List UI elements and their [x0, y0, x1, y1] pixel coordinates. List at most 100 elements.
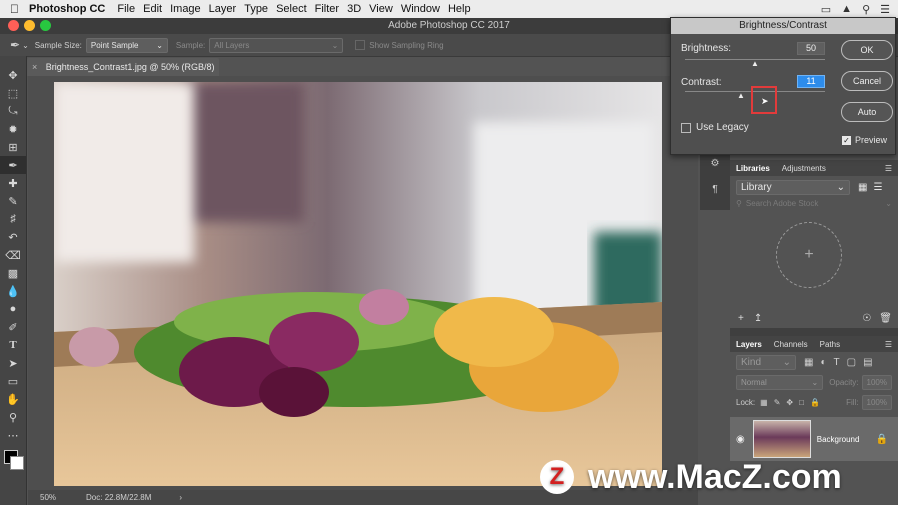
hand-tool-icon[interactable]: ✋ [0, 390, 26, 408]
eyedropper-tool-icon[interactable]: ✒ [0, 156, 26, 174]
menu-view[interactable]: View [369, 3, 393, 15]
menu-help[interactable]: Help [448, 3, 471, 15]
status-menu-icon[interactable]: › [179, 493, 182, 502]
background-color-swatch[interactable] [10, 456, 24, 470]
add-content-icon[interactable]: + [776, 222, 842, 288]
brightness-field[interactable]: 50 [797, 42, 825, 55]
lock-position-icon[interactable]: ✥ [786, 398, 793, 407]
pixel-filter-icon[interactable]: ▦ [804, 357, 813, 368]
tab-layers[interactable]: Layers [730, 340, 768, 349]
lock-transparent-icon[interactable]: ▦ [760, 398, 768, 407]
paragraph-icon[interactable]: ¶ [700, 176, 730, 202]
eyedropper-icon[interactable]: ✒ [10, 38, 20, 52]
type-filter-icon[interactable]: T [834, 357, 840, 368]
menu-app-name[interactable]: Photoshop CC [29, 3, 105, 15]
stock-search[interactable]: ⚲ Search Adobe Stock ⌄ [736, 199, 892, 208]
tab-libraries[interactable]: Libraries [730, 164, 776, 173]
fill-value[interactable]: 100% [861, 395, 892, 410]
blur-tool-icon[interactable]: 💧 [0, 282, 26, 300]
document-tab[interactable]: × Brightness_Contrast1.jpg @ 50% (RGB/8) [27, 58, 219, 76]
blend-mode-select[interactable]: Normal ⌄ [736, 375, 824, 390]
cloud-sync-icon[interactable]: ☉ [862, 313, 871, 324]
toolbar-grip[interactable] [0, 56, 26, 66]
menu-type[interactable]: Type [244, 3, 268, 15]
clone-stamp-tool-icon[interactable]: ♯ [0, 210, 26, 228]
history-brush-tool-icon[interactable]: ↶ [0, 228, 26, 246]
grid-view-icon[interactable]: ▦ [858, 182, 867, 193]
tab-channels[interactable]: Channels [768, 340, 814, 349]
trash-icon[interactable]: 🗑 [879, 313, 892, 324]
healing-brush-tool-icon[interactable]: ✚ [0, 174, 26, 192]
panel-menu-icon[interactable]: ☰ [879, 340, 898, 349]
menu-window[interactable]: Window [401, 3, 440, 15]
pen-tool-icon[interactable]: ✐ [0, 318, 26, 336]
rectangle-tool-icon[interactable]: ▭ [0, 372, 26, 390]
menu-filter[interactable]: Filter [315, 3, 339, 15]
close-tab-icon[interactable]: × [32, 62, 37, 72]
shape-filter-icon[interactable]: ▢ [847, 357, 856, 368]
layer-name[interactable]: Background [817, 435, 860, 444]
wifi-icon[interactable]: ▲ [841, 3, 852, 16]
add-icon[interactable]: + [738, 313, 744, 324]
apple-menu-icon[interactable]:  [10, 2, 19, 16]
display-icon[interactable]: ▭ [821, 3, 831, 16]
menu-3d[interactable]: 3D [347, 3, 361, 15]
library-select[interactable]: Library ⌄ [736, 180, 850, 195]
crop-tool-icon[interactable]: ⊞ [0, 138, 26, 156]
brush-tool-icon[interactable]: ✎ [0, 192, 26, 210]
lock-artboard-icon[interactable]: □ [799, 398, 804, 407]
kind-filter-select[interactable]: Kind ⌄ [736, 355, 796, 370]
lock-all-icon[interactable]: 🔒 [810, 398, 820, 407]
move-tool-icon[interactable]: ✥ [0, 66, 26, 84]
window-controls [8, 20, 56, 31]
chevron-down-icon: ⌄ [331, 40, 339, 50]
menu-select[interactable]: Select [276, 3, 307, 15]
layer-row-background[interactable]: ◉ Background 🔒 [730, 417, 898, 461]
opacity-value[interactable]: 100% [861, 375, 892, 390]
list-view-icon[interactable]: ☰ [873, 182, 882, 193]
cancel-button[interactable]: Cancel [841, 71, 893, 91]
auto-button[interactable]: Auto [841, 102, 893, 122]
zoom-window-button[interactable] [40, 20, 51, 31]
smart-object-filter-icon[interactable]: ▤ [863, 357, 872, 368]
document-image[interactable] [54, 82, 662, 486]
menu-image[interactable]: Image [170, 3, 201, 15]
sample-size-select[interactable]: Point Sample ⌄ [85, 37, 168, 53]
search-icon[interactable]: ⚲ [862, 3, 870, 16]
zoom-tool-icon[interactable]: ⚲ [0, 408, 26, 426]
upload-icon[interactable]: ↥ [754, 313, 762, 324]
lock-pixels-icon[interactable]: ✎ [774, 398, 781, 407]
preview-checkbox[interactable]: ✓ [842, 135, 851, 145]
contrast-field[interactable]: 11 [797, 75, 825, 88]
tab-paths[interactable]: Paths [814, 340, 846, 349]
use-legacy-checkbox[interactable] [681, 122, 691, 133]
show-ring-checkbox[interactable] [355, 40, 366, 50]
menu-file[interactable]: File [117, 3, 135, 15]
minimize-window-button[interactable] [24, 20, 35, 31]
dodge-tool-icon[interactable]: ● [0, 300, 26, 318]
contrast-slider-thumb[interactable]: ▲ [737, 91, 745, 100]
eraser-tool-icon[interactable]: ⌫ [0, 246, 26, 264]
path-select-tool-icon[interactable]: ➤ [0, 354, 26, 372]
type-tool-icon[interactable]: T [0, 336, 26, 354]
brightness-slider-thumb[interactable]: ▲ [751, 59, 759, 68]
menu-layer[interactable]: Layer [209, 3, 237, 15]
close-window-button[interactable] [8, 20, 19, 31]
sample-select[interactable]: All Layers ⌄ [209, 37, 344, 53]
tab-adjustments[interactable]: Adjustments [776, 164, 832, 173]
quick-select-tool-icon[interactable]: ✹ [0, 120, 26, 138]
menu-edit[interactable]: Edit [143, 3, 162, 15]
library-dropzone[interactable]: + + ↥ ☉ 🗑 [730, 208, 898, 328]
gradient-tool-icon[interactable]: ▩ [0, 264, 26, 282]
list-icon[interactable]: ☰ [880, 3, 890, 16]
panel-menu-icon[interactable]: ☰ [879, 164, 898, 173]
marquee-tool-icon[interactable]: ⬚ [0, 84, 26, 102]
adjustment-filter-icon[interactable]: ◐ [820, 357, 826, 368]
tool-preset-chevron-icon[interactable]: ⌄ [22, 41, 29, 50]
more-tools-icon[interactable]: ⋯ [0, 426, 26, 444]
ok-button[interactable]: OK [841, 40, 893, 60]
visibility-eye-icon[interactable]: ◉ [736, 434, 745, 445]
zoom-level[interactable]: 50% [40, 493, 56, 502]
layers-filter-row: Kind ⌄ ▦ ◐ T ▢ ▤ [730, 352, 898, 373]
lasso-tool-icon[interactable]: ⤿ [0, 102, 26, 120]
